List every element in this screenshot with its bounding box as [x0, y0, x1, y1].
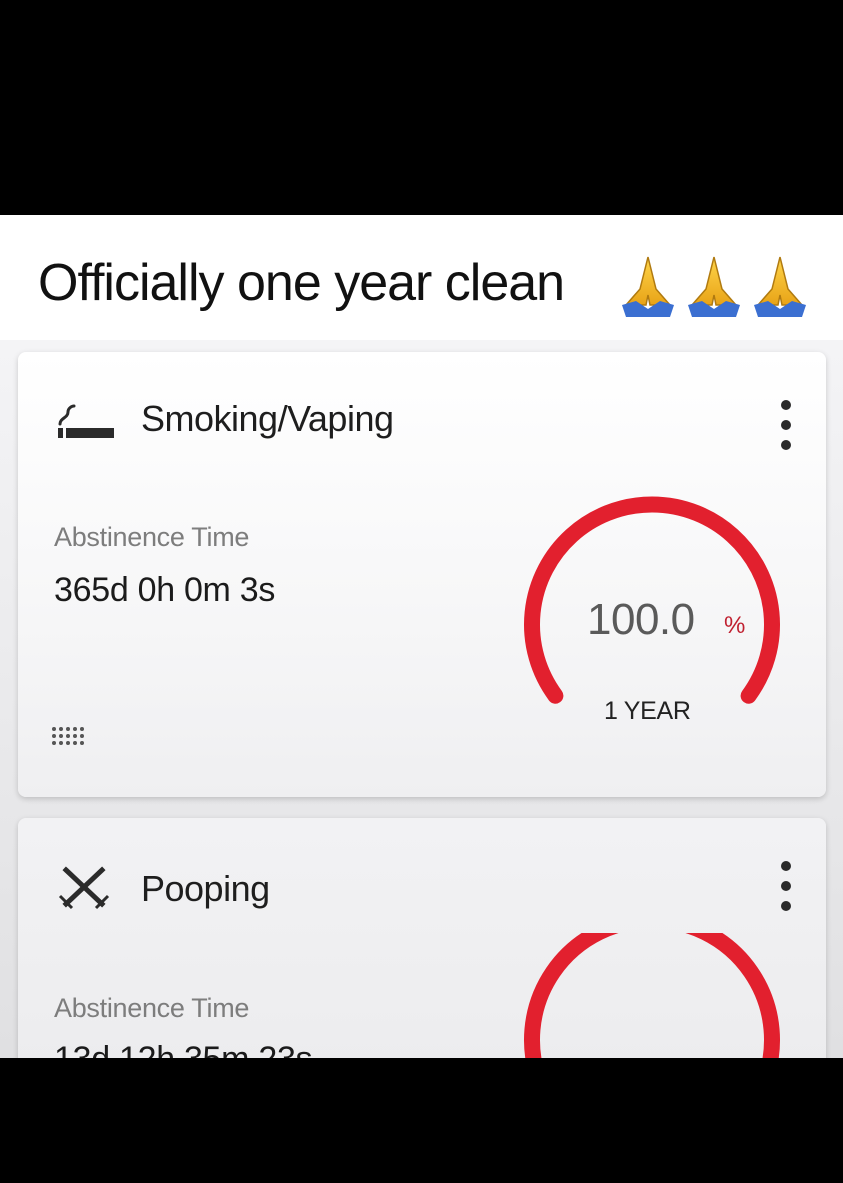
addiction-tracker-list: Smoking/Vaping Abstinence Time 365d 0h 0…	[0, 340, 843, 1058]
tracker-card-pooping[interactable]: Pooping Abstinence Time 13d 12h 35m 23s	[18, 818, 826, 1058]
card-title: Smoking/Vaping	[141, 398, 394, 439]
bottom-letterbox	[0, 1058, 843, 1183]
progress-gauge	[524, 933, 780, 1058]
tracker-card-smoking[interactable]: Smoking/Vaping Abstinence Time 365d 0h 0…	[18, 352, 826, 797]
progress-unit: %	[724, 612, 746, 639]
card-title: Pooping	[141, 868, 270, 909]
caption-area: Officially one year clean	[0, 215, 843, 340]
crossed-swords-icon	[58, 866, 110, 910]
abstinence-time-value: 365d 0h 0m 3s	[54, 571, 276, 609]
post-caption: Officially one year clean	[38, 254, 565, 312]
abstinence-time-label: Abstinence Time	[54, 993, 250, 1023]
abstinence-time-value: 13d 12h 35m 23s	[54, 1040, 313, 1058]
screenshot-frame: Officially one year clean Smoking/Vaping…	[0, 0, 843, 1183]
progress-percent: 100.0	[587, 595, 695, 644]
goal-label: 1 YEAR	[604, 697, 691, 725]
folded-hands-icon	[622, 256, 806, 317]
more-vertical-icon[interactable]	[776, 400, 796, 450]
abstinence-time-label: Abstinence Time	[54, 522, 250, 552]
more-vertical-icon[interactable]	[776, 861, 796, 911]
cigarette-icon	[58, 404, 114, 438]
drag-handle-icon[interactable]	[50, 725, 94, 747]
